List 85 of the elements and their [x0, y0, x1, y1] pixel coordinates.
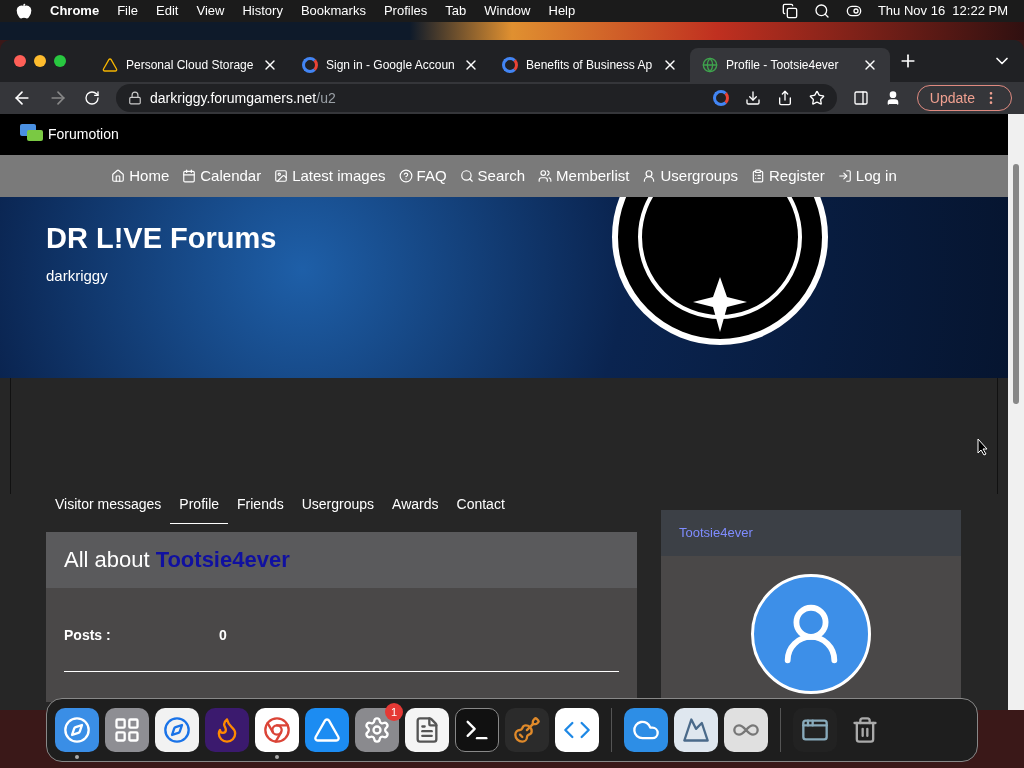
card-heading: All about — [64, 546, 150, 575]
guitar-app-icon[interactable] — [505, 708, 549, 752]
profile-tab[interactable]: Friends — [228, 494, 293, 524]
username-link[interactable]: Tootsie4ever — [679, 523, 753, 543]
flame-app-icon[interactable] — [205, 708, 249, 752]
google-icon — [302, 57, 318, 73]
login-icon — [837, 168, 852, 183]
browser-tab[interactable]: Personal Cloud Storage — [90, 48, 290, 82]
menu-item[interactable]: Bookmarks — [300, 1, 366, 21]
document-app-icon[interactable] — [405, 708, 449, 752]
terminal-app-icon[interactable] — [455, 708, 499, 752]
field-value: 0 — [219, 626, 227, 645]
image-icon — [274, 168, 289, 183]
tab-title: Benefits of Business Ap — [526, 57, 654, 74]
address-bar[interactable]: darkriggy.forumgamers.net/u2 — [116, 84, 837, 112]
windows-icon[interactable] — [781, 3, 798, 19]
cursor-icon — [977, 438, 989, 456]
window-app-icon[interactable] — [793, 708, 837, 752]
zoom-window-button[interactable] — [54, 55, 66, 67]
help-icon — [398, 168, 413, 183]
search-icon — [459, 168, 474, 183]
loop-app-icon[interactable] — [724, 708, 768, 752]
nav-link[interactable]: Usergroups — [642, 164, 738, 188]
nav-link[interactable]: Register — [751, 164, 825, 188]
tab-title: Sign in - Google Accoun — [326, 57, 455, 74]
menu-item[interactable]: History — [242, 1, 283, 21]
share-icon[interactable] — [776, 90, 793, 106]
menu-item[interactable]: File — [117, 1, 139, 21]
profile-tab[interactable]: Usergroups — [292, 494, 384, 524]
menu-item[interactable]: Help — [548, 1, 576, 21]
profile-tab[interactable]: Awards — [383, 494, 448, 524]
globe-icon — [702, 57, 718, 73]
photo-app-icon[interactable] — [674, 708, 718, 752]
tab-title: Personal Cloud Storage — [126, 57, 254, 74]
control-center-icon[interactable] — [845, 3, 862, 19]
menu-item[interactable]: Edit — [156, 1, 179, 21]
browser-app-icon[interactable] — [255, 708, 299, 752]
side-panel-icon[interactable] — [852, 90, 869, 106]
url-path: /u2 — [316, 88, 336, 108]
nav-link[interactable]: Search — [459, 164, 526, 188]
settings-icon[interactable] — [355, 708, 399, 752]
site-logo-text[interactable]: Forumotion — [48, 123, 119, 145]
forum-subtitle: darkriggy — [46, 265, 109, 286]
star-icon[interactable] — [808, 90, 825, 106]
tab-title: Profile - Tootsie4ever — [726, 57, 840, 74]
install-icon[interactable] — [744, 90, 761, 106]
apple-icon[interactable] — [16, 3, 32, 19]
google-icon — [502, 57, 518, 73]
browser-tab[interactable]: Profile - Tootsie4ever — [690, 48, 890, 82]
browser-tab[interactable]: Benefits of Business Ap — [490, 48, 690, 82]
notification-badge: 1 — [385, 703, 403, 721]
profile-tab[interactable]: Contact — [447, 494, 514, 524]
minimize-window-button[interactable] — [34, 55, 46, 67]
field-label: Posts : — [64, 626, 112, 645]
reload-icon[interactable] — [84, 90, 100, 106]
menu-item[interactable]: View — [196, 1, 225, 21]
nav-link[interactable]: Calendar — [182, 164, 262, 188]
house-icon — [111, 168, 126, 183]
menu-item[interactable]: Chrome — [50, 1, 100, 21]
nav-link[interactable]: Memberlist — [538, 164, 630, 188]
nav-link[interactable]: Latest images — [274, 164, 386, 188]
nav-link[interactable]: Home — [111, 164, 170, 188]
code-editor-app-icon[interactable] — [555, 708, 599, 752]
menu-item[interactable]: Profiles — [383, 1, 428, 21]
nav-link[interactable]: FAQ — [398, 164, 447, 188]
clock[interactable]: Thu Nov 16 12:22 PM — [877, 1, 1008, 21]
browser-tab[interactable]: Sign in - Google Accoun — [290, 48, 490, 82]
drive-icon — [102, 57, 118, 73]
store-app-icon[interactable] — [305, 708, 349, 752]
google-icon[interactable] — [712, 90, 729, 106]
close-window-button[interactable] — [14, 55, 26, 67]
profile-tab[interactable]: Profile — [170, 494, 229, 524]
clipboard-icon — [751, 168, 765, 183]
calendar-icon — [182, 168, 197, 183]
search-icon[interactable] — [813, 3, 830, 19]
url-host: darkriggy.forumgamers.net — [150, 88, 317, 108]
grid-app-icon[interactable] — [105, 708, 149, 752]
menu-item[interactable]: Window — [484, 1, 531, 21]
menu-item[interactable]: Tab — [445, 1, 467, 21]
weather-app-icon[interactable] — [624, 708, 668, 752]
lock-icon — [128, 91, 142, 105]
compass-app-icon[interactable] — [155, 708, 199, 752]
profile-tab[interactable]: Visitor messages — [46, 494, 171, 524]
nav-link[interactable]: Log in — [837, 164, 897, 188]
forum-title[interactable]: DR L!VE Forums — [46, 217, 962, 261]
